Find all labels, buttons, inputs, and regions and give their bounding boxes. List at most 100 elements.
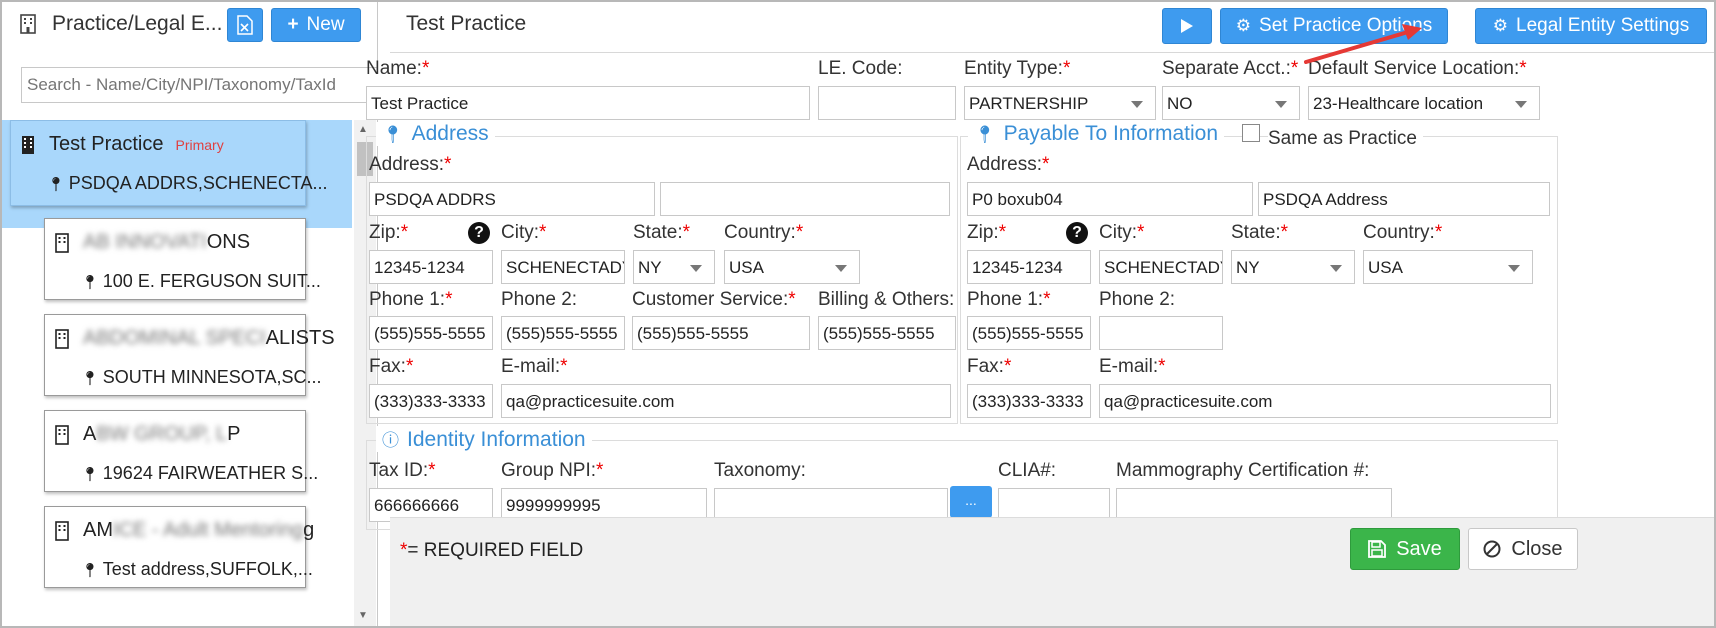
new-entity-button[interactable]: + New xyxy=(271,8,361,42)
address-line1-field[interactable]: PSDQA ADDRS xyxy=(369,182,655,216)
required-mark: * xyxy=(428,460,436,481)
entity-card-selected[interactable]: Test Practice Primary 📍︎ PSDQA ADDRS,SCHEN… xyxy=(10,120,328,206)
legal-settings-label: Legal Entity Settings xyxy=(1516,15,1690,36)
required-mark: * xyxy=(1280,222,1289,243)
entity-address: 📍︎ SOUTH MINNESOTA,SC... xyxy=(81,367,321,388)
page-title: Test Practice xyxy=(406,12,527,35)
state-label: State:* xyxy=(633,222,690,244)
redacted-text: ICE - Adult Mentoring xyxy=(113,519,304,541)
phone2-field[interactable]: (555)555-5555 xyxy=(501,316,625,350)
play-button[interactable] xyxy=(1162,8,1212,44)
export-excel-button[interactable] xyxy=(227,8,263,42)
entity-address: 📍︎ Test address,SUFFOLK,... xyxy=(81,559,313,580)
map-pin-icon: 📍︎ xyxy=(81,562,99,578)
redacted-text: AB INNOVATI xyxy=(83,231,207,253)
entity-card[interactable]: AB INNOVATIONS 📍︎ 100 E. FERGUSON SUIT... xyxy=(44,218,321,300)
fax-field[interactable]: (333)333-3333 xyxy=(369,384,493,418)
chevron-down-icon xyxy=(835,265,847,272)
name-label: Name:* xyxy=(366,58,429,80)
payable-fax-field[interactable]: (333)333-3333 xyxy=(967,384,1091,418)
entity-detail-panel: Test Practice ⚙ Set Practice Options ⚙ L… xyxy=(366,2,1714,626)
name-label-text: Name: xyxy=(366,58,422,79)
zip-field[interactable]: 12345-1234 xyxy=(369,250,493,284)
payable-email-field[interactable]: qa@practicesuite.com xyxy=(1099,384,1551,418)
taxonomy-lookup-button[interactable]: ... xyxy=(950,486,992,518)
fax-label: Fax:* xyxy=(369,356,413,378)
entity-address-text: Test address,SUFFOLK,... xyxy=(102,559,313,579)
identity-legend-text: Identity Information xyxy=(407,428,586,451)
building-icon xyxy=(20,14,36,34)
payable-country-select[interactable]: USA xyxy=(1363,250,1533,284)
address-legend-text: Address xyxy=(411,122,489,145)
required-mark: * xyxy=(560,356,568,377)
fax-label-text: Fax: xyxy=(369,356,406,377)
entity-card[interactable]: ABW GROUP, LP 📍︎ 19624 FAIRWEATHER S... xyxy=(44,410,318,492)
close-button[interactable]: Close xyxy=(1468,528,1578,570)
entity-type-select[interactable]: PARTNERSHIP xyxy=(964,86,1156,120)
payable-address-line1-field[interactable]: P0 boxub04 xyxy=(967,182,1253,216)
entity-card[interactable]: ABDOMINAL SPECIALISTS 📍︎ SOUTH MINNESOTA,… xyxy=(44,314,335,396)
email-label-text: E-mail: xyxy=(501,356,561,377)
required-mark: * xyxy=(788,289,796,310)
new-button-label: New xyxy=(306,14,345,35)
name-field[interactable]: Test Practice xyxy=(366,86,810,120)
required-mark: * xyxy=(682,222,691,243)
payable-phone1-field[interactable]: (555)555-5555 xyxy=(967,316,1091,350)
phone1-label: Phone 1:* xyxy=(369,289,452,311)
legal-entity-settings-button[interactable]: ⚙ Legal Entity Settings xyxy=(1475,8,1707,44)
customer-service-field[interactable]: (555)555-5555 xyxy=(632,316,810,350)
payable-city-field[interactable]: SCHENECTADY xyxy=(1099,250,1223,284)
payable-zip-field[interactable]: 12345-1234 xyxy=(967,250,1091,284)
payable-address-label-text: Address: xyxy=(967,154,1042,175)
payable-state-label-text: State: xyxy=(1231,222,1281,243)
entity-address-text: SOUTH MINNESOTA,SC... xyxy=(102,367,322,387)
info-icon: ⓘ xyxy=(382,431,399,450)
map-pin-icon: 📍︎ xyxy=(81,370,99,386)
save-button[interactable]: Save xyxy=(1350,528,1460,570)
entity-type-value: PARTNERSHIP xyxy=(969,94,1089,113)
payable-state-select[interactable]: NY xyxy=(1231,250,1355,284)
payable-phone2-label: Phone 2: xyxy=(1099,289,1176,310)
entity-card[interactable]: AMICE - Adult Mentoringg 📍︎ Test address,… xyxy=(44,506,314,588)
payable-state-value: NY xyxy=(1236,258,1260,277)
zip-label-text: Zip: xyxy=(369,222,401,243)
entity-list: Test Practice Primary 📍︎ PSDQA ADDRS,SCHEN… xyxy=(2,120,378,626)
separate-acct-select[interactable]: NO xyxy=(1162,86,1300,120)
taxonomy-label: Taxonomy: xyxy=(714,460,806,481)
billing-field[interactable]: (555)555-5555 xyxy=(818,316,956,350)
same-as-practice-checkbox[interactable] xyxy=(1242,124,1260,142)
payable-state-label: State:* xyxy=(1231,222,1288,244)
chevron-down-icon xyxy=(690,265,702,272)
city-field[interactable]: SCHENECTADY xyxy=(501,250,625,284)
default-location-select[interactable]: 23-Healthcare location xyxy=(1308,86,1540,120)
map-pin-icon: 📍︎ xyxy=(974,125,996,144)
building-icon xyxy=(55,425,69,445)
payable-legend-text: Payable To Information xyxy=(1003,122,1219,145)
address-label: Address:* xyxy=(369,154,451,176)
payable-phone2-field[interactable] xyxy=(1099,316,1223,350)
payable-address-line2-field[interactable]: PSDQA Address xyxy=(1258,182,1550,216)
address-line2-field[interactable] xyxy=(660,182,950,216)
payable-phone1-label: Phone 1:* xyxy=(967,289,1050,311)
required-mark: * xyxy=(596,460,604,481)
required-mark: * xyxy=(421,58,430,79)
gear-icon: ⚙ xyxy=(1492,16,1509,35)
phone1-field[interactable]: (555)555-5555 xyxy=(369,316,493,350)
map-pin-icon: 📍︎ xyxy=(81,274,99,290)
group-npi-label-text: Group NPI: xyxy=(501,460,597,481)
email-field[interactable]: qa@practicesuite.com xyxy=(501,384,951,418)
address-label-text: Address: xyxy=(369,154,444,175)
entity-search-input[interactable] xyxy=(21,67,378,103)
scroll-up-arrow-icon[interactable]: ▲ xyxy=(358,124,368,135)
state-select[interactable]: NY xyxy=(633,250,715,284)
customer-service-label: Customer Service:* xyxy=(632,289,796,311)
annotation-arrow-icon xyxy=(1304,24,1422,64)
scroll-down-arrow-icon[interactable]: ▼ xyxy=(358,610,368,621)
entity-name: Test Practice Primary xyxy=(49,133,224,156)
customer-service-label-text: Customer Service: xyxy=(632,289,789,310)
help-icon[interactable]: ? xyxy=(468,222,490,244)
separate-acct-value: NO xyxy=(1167,94,1193,113)
le-code-field[interactable] xyxy=(818,86,956,120)
help-icon[interactable]: ? xyxy=(1066,222,1088,244)
country-select[interactable]: USA xyxy=(724,250,860,284)
